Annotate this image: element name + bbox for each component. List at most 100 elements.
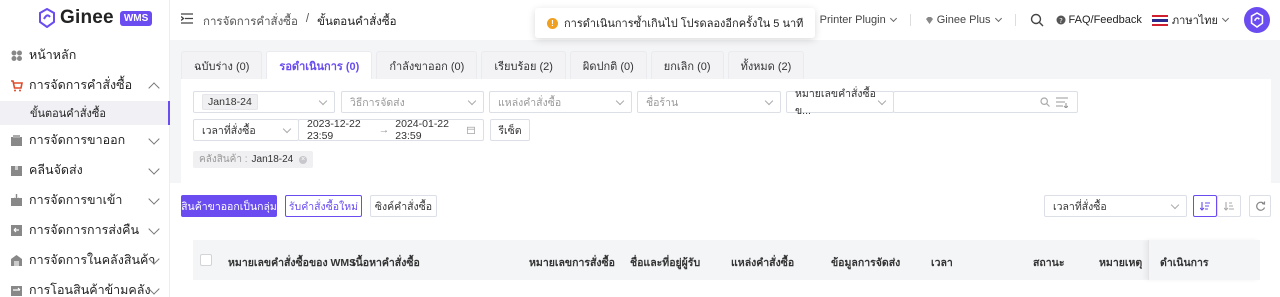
breadcrumb-item-orders[interactable]: การจัดการคำสั่งซื้อ xyxy=(203,13,298,31)
faq-feedback-link[interactable]: ? FAQ/Feedback xyxy=(1056,14,1142,26)
column-recipient: ชื่อและที่อยู่ผู้รับ xyxy=(630,257,701,269)
sidebar-item-outbound[interactable]: การจัดการขาออก xyxy=(0,125,170,155)
inbound-icon xyxy=(11,193,22,206)
order-number-type-select[interactable]: หมายเลขคำสั่งซื้อข... xyxy=(786,88,894,117)
search-icon xyxy=(1040,97,1050,107)
sidebar-item-returns[interactable]: การจัดการการส่งคืน xyxy=(0,215,170,245)
language-selector[interactable]: ภาษาไทย xyxy=(1151,11,1230,29)
select-all-checkbox[interactable] xyxy=(200,254,212,266)
source-placeholder: แหล่งคำสั่งซื้อ xyxy=(498,96,562,109)
date-start: 2023-12-22 23:59 xyxy=(307,118,361,142)
chevron-down-icon xyxy=(148,133,160,145)
return-icon xyxy=(11,224,22,236)
tab-all[interactable]: ทั้งหมด (2) xyxy=(727,51,805,79)
sidebar-item-orders[interactable]: การจัดการคำสั่งซื้อ xyxy=(0,70,170,100)
filter-tag-label: คลังสินค้า : xyxy=(199,154,248,165)
ginee-plus-menu[interactable]: Ginee Plus xyxy=(925,14,1002,26)
actions-column: ดำเนินการ xyxy=(1148,240,1260,280)
sidebar-item-transfer[interactable]: การโอนสินค้าข้ามคลัง xyxy=(0,275,170,297)
sort-descending-button[interactable] xyxy=(1193,195,1217,217)
sidebar-item-label: การจัดการขาเข้า xyxy=(29,193,123,207)
date-end: 2024-01-22 23:59 xyxy=(395,118,449,142)
toast-message: การดำเนินการซ้ำเกินไป โปรดลองอีกครั้งใน … xyxy=(564,18,804,30)
shop-name-select[interactable]: ชื่อร้าน xyxy=(637,91,781,113)
column-order-content: เนื้อหาคำสั่งซื้อ xyxy=(352,257,420,269)
chevron-down-icon xyxy=(318,96,328,106)
thai-flag-icon xyxy=(1151,14,1168,26)
cart-icon xyxy=(11,79,23,91)
sidebar-item-label: การจัดการคำสั่งซื้อ xyxy=(29,78,133,92)
search-icon[interactable] xyxy=(1030,13,1044,27)
top-header: การจัดการคำสั่งซื้อ / ขั้นตอนคำสั่งซื้อ … xyxy=(170,0,1280,40)
close-icon[interactable]: × xyxy=(299,155,308,164)
time-type-select[interactable]: เวลาที่สั่งซื้อ xyxy=(193,119,299,141)
chevron-down-icon xyxy=(467,96,477,106)
order-source-select[interactable]: แหล่งคำสั่งซื้อ xyxy=(489,91,632,113)
dashboard-icon xyxy=(11,50,22,61)
date-range-separator: → xyxy=(378,124,390,136)
tab-outbounding[interactable]: กำลังขาออก (0) xyxy=(376,51,478,79)
chevron-down-icon xyxy=(148,163,160,175)
breadcrumb-separator: / xyxy=(305,13,310,25)
reset-button[interactable]: รีเซ็ต xyxy=(490,119,530,141)
warehouse-select[interactable]: Jan18-24 xyxy=(193,91,335,113)
tab-abnormal[interactable]: ผิดปกติ (0) xyxy=(569,51,647,79)
bulk-outbound-button[interactable]: สินค้าขาออกเป็นกลุ่ม xyxy=(181,195,277,217)
sort-by-label: เวลาที่สั่งซื้อ xyxy=(1053,200,1107,213)
chevron-down-icon xyxy=(994,14,1002,23)
sidebar-item-label: การจัดการในคลังสินค้า xyxy=(29,253,156,267)
sidebar-item-shipping[interactable]: คลีนจัดส่ง xyxy=(0,155,170,185)
refresh-button[interactable] xyxy=(1249,195,1271,217)
language-label: ภาษาไทย xyxy=(1171,15,1218,27)
active-filter-tag: คลังสินค้า : Jan18-24 × xyxy=(193,151,314,168)
column-status: สถานะ xyxy=(1033,257,1065,269)
tab-draft[interactable]: ฉบับร่าง (0) xyxy=(181,51,263,79)
date-range-picker[interactable]: 2023-12-22 23:59 → 2024-01-22 23:59 xyxy=(298,118,484,142)
column-wms-order-number: หมายเลขคำสั่งซื้อของ WMS xyxy=(228,257,357,269)
sidebar-subitem-order-process[interactable]: ขั้นตอนคำสั่งซื้อ xyxy=(0,101,170,125)
breadcrumb: การจัดการคำสั่งซื้อ / ขั้นตอนคำสั่งซื้อ xyxy=(203,13,397,31)
sidebar-item-label: การจัดการการส่งคืน xyxy=(29,223,139,237)
sidebar-item-warehouse[interactable]: การจัดการในคลังสินค้า xyxy=(0,245,170,275)
faq-label: FAQ/Feedback xyxy=(1068,14,1142,26)
chevron-down-icon xyxy=(1170,200,1180,210)
sidebar-item-inbound[interactable]: การจัดการขาเข้า xyxy=(0,185,170,215)
transfer-icon xyxy=(11,285,22,296)
sync-orders-button[interactable]: ซิงค์คำสั่งซื้อ xyxy=(370,195,437,217)
diamond-icon xyxy=(925,16,933,24)
shipping-method-select[interactable]: วิธีการจัดส่ง xyxy=(341,91,484,113)
sidebar-item-dashboard[interactable]: หน้าหลัก xyxy=(0,40,170,70)
menu-toggle-icon[interactable] xyxy=(181,13,193,24)
avatar[interactable] xyxy=(1244,7,1270,33)
tab-completed[interactable]: เรียบร้อย (2) xyxy=(481,51,566,79)
order-number-type-label: หมายเลขคำสั่งซื้อข... xyxy=(795,88,876,117)
time-type-label: เวลาที่สั่งซื้อ xyxy=(202,124,256,137)
order-number-search-input[interactable] xyxy=(893,91,1078,113)
breadcrumb-item-current: ขั้นตอนคำสั่งซื้อ xyxy=(317,16,397,28)
orders-table-header: หมายเลขคำสั่งซื้อของ WMS เนื้อหาคำสั่งซื… xyxy=(193,240,1260,280)
sidebar-item-label: การโอนสินค้าข้ามคลัง xyxy=(29,283,151,297)
sort-descending-icon xyxy=(1200,202,1210,211)
box-icon xyxy=(11,134,22,146)
sort-ascending-icon xyxy=(1224,202,1234,211)
filter-list-icon[interactable] xyxy=(1056,97,1068,108)
sort-by-select[interactable]: เวลาที่สั่งซื้อ xyxy=(1044,195,1187,217)
divider xyxy=(909,14,911,26)
warehouse-chip: Jan18-24 xyxy=(202,94,258,110)
printer-plugin-menu[interactable]: Printer Plugin xyxy=(820,14,897,26)
ginee-logo-icon xyxy=(1250,12,1264,28)
receive-new-orders-button[interactable]: รับคำสั่งซื้อใหม่ xyxy=(285,195,362,217)
logo[interactable]: Ginee WMS xyxy=(38,7,153,29)
package-icon xyxy=(11,165,22,176)
tab-cancelled[interactable]: ยกเลิก (0) xyxy=(650,51,724,79)
tab-pending[interactable]: รอดำเนินการ (0) xyxy=(266,51,373,79)
warning-icon: ! xyxy=(547,17,558,29)
column-actions: ดำเนินการ xyxy=(1160,257,1209,269)
app: Ginee WMS หน้าหลัก การจัดการคำสั่งซื้อ ข… xyxy=(0,0,1280,297)
shipping-placeholder: วิธีการจัดส่ง xyxy=(350,96,405,109)
sort-ascending-button[interactable] xyxy=(1217,195,1241,217)
brand-badge: WMS xyxy=(119,10,153,26)
shop-placeholder: ชื่อร้าน xyxy=(646,96,679,109)
help-icon: ? xyxy=(1056,15,1066,25)
divider xyxy=(1014,14,1016,26)
